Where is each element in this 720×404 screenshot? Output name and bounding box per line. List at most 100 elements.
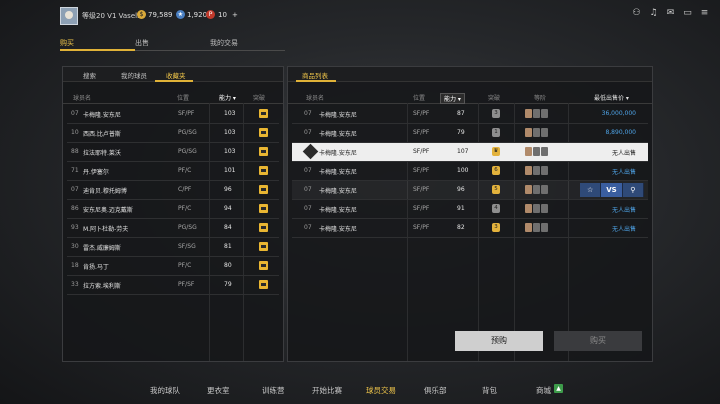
table-row[interactable]: 18 肯扬.马丁 PF/C 80 (67, 257, 279, 276)
badge-icon (259, 280, 268, 289)
left-subtabs: 搜索 我的球员 收藏夹 (63, 67, 283, 82)
col-price[interactable]: 最低出售价 ▾ (594, 93, 629, 102)
table-row[interactable]: 07 卡梅隆.安东尼 SF/PF 79 1 8,890,000 (292, 124, 648, 143)
subtab-my-players[interactable]: 我的球员 (121, 70, 147, 80)
tab-product-list[interactable]: 商品列表 (302, 70, 328, 80)
favorite-star-icon[interactable]: ☆ (580, 183, 602, 197)
table-row-selected[interactable]: 卡梅隆.安东尼 SF/PF 107 ♛ 无人出售 (292, 143, 648, 162)
table-row[interactable]: 07 迪肯贝.穆托姆博 C/PF 96 (67, 181, 279, 200)
badge-icon (259, 109, 268, 118)
tab-sell[interactable]: 出售 (135, 38, 149, 48)
badge-icon (259, 261, 268, 270)
badge-icon (259, 223, 268, 232)
table-row[interactable]: 10 西西.比卢普斯 PG/SG 103 (67, 124, 279, 143)
level-label: 等级20 V1 Vasell (82, 12, 140, 20)
col-ability[interactable]: 能力 ▾ (219, 93, 236, 102)
blue-currency-icon: ★ (176, 10, 185, 19)
nav-player-trade[interactable]: 球员交易 (366, 385, 396, 396)
add-currency-button[interactable]: + (232, 11, 238, 19)
compare-vs-button[interactable]: VS (601, 183, 623, 197)
subtab-indicator (155, 80, 193, 82)
col-ability-dropdown[interactable]: 能力 ▾ (440, 93, 465, 104)
mail-icon[interactable]: ✉ (665, 8, 676, 19)
table-row-hovered[interactable]: 07 卡梅隆.安东尼 SF/PF 96 5 ☆ VS ⚲ (292, 181, 648, 200)
level-chips (525, 166, 548, 175)
tab-buy[interactable]: 购买 (60, 38, 74, 48)
table-row[interactable]: 07 卡梅隆.安东尼 SF/PF 100 6 无人出售 (292, 162, 648, 181)
rank-badge: 5 (492, 185, 500, 194)
avatar[interactable] (60, 7, 78, 25)
table-row[interactable]: 07 卡梅隆.安东尼 SF/PF 87 3 36,000,000 (292, 105, 648, 124)
col-position[interactable]: 位置 (177, 93, 189, 102)
nav-locker-room[interactable]: 更衣室 (207, 385, 230, 396)
subtab-favorites[interactable]: 收藏夹 (166, 70, 186, 80)
col-level[interactable]: 等阶 (534, 93, 546, 102)
rank-badge: 3 (492, 109, 500, 118)
bell-icon[interactable]: ♫ (648, 8, 659, 19)
price: 36,000,000 (601, 110, 636, 117)
table-row[interactable]: 07 卡梅隆.安东尼 SF/PF 103 (67, 105, 279, 124)
nav-shop[interactable]: 商城 (536, 385, 551, 396)
table-row[interactable]: 30 雷杰.威廉姆斯 SF/SG 81 (67, 238, 279, 257)
level-chips (525, 109, 548, 118)
favorites-panel: 搜索 我的球员 收藏夹 球员名 位置 能力 ▾ 突破 07 卡梅隆.安东尼 SF/P… (62, 66, 284, 362)
col-name[interactable]: 球员名 (306, 93, 324, 102)
message-icon[interactable]: ▭ (682, 8, 693, 19)
table-row[interactable]: 93 M.阿卜杜勒-劳夫 PG/SG 84 (67, 219, 279, 238)
price: 8,890,000 (605, 129, 636, 136)
nav-start-game[interactable]: 开始比赛 (312, 385, 342, 396)
price: 无人出售 (611, 226, 636, 233)
nav-my-team[interactable]: 我的球队 (150, 385, 180, 396)
gold-coin-icon: $ (137, 10, 146, 19)
shop-badge-icon: ▲ (554, 384, 563, 393)
price: 无人出售 (611, 150, 636, 157)
nav-backpack[interactable]: 背包 (482, 385, 497, 396)
blue-amount: 1,920 (187, 11, 208, 19)
col-name[interactable]: 球员名 (73, 93, 91, 102)
nav-training[interactable]: 训练营 (262, 385, 285, 396)
level-chips (525, 223, 548, 232)
table-row[interactable]: 86 安东尼奥.迈克戴斯 PF/C 94 (67, 200, 279, 219)
product-list-panel: 商品列表 球员名 位置 能力 ▾ 突破 等阶 最低出售价 ▾ 07 卡梅隆.安东尼… (287, 66, 653, 362)
gold-amount: 79,589 (148, 11, 173, 19)
left-column-header: 球员名 位置 能力 ▾ 突破 (63, 91, 283, 104)
badge-icon (259, 204, 268, 213)
preorder-button[interactable]: 预购 (455, 331, 543, 351)
gem-icon (302, 143, 319, 160)
badge-icon (259, 185, 268, 194)
person-icon[interactable]: ⚇ (631, 8, 642, 19)
level-chips (525, 128, 548, 137)
badge-icon (259, 147, 268, 156)
table-row[interactable]: 07 卡梅隆.安东尼 SF/PF 91 4 无人出售 (292, 200, 648, 219)
table-row[interactable]: 71 丹.伊塞尔 PF/C 101 (67, 162, 279, 181)
level-chips (525, 185, 548, 194)
menu-icon[interactable]: ≡ (699, 8, 710, 19)
trade-tabs: 购买 出售 我的交易 (60, 36, 285, 51)
badge-icon (259, 128, 268, 137)
nav-club[interactable]: 俱乐部 (424, 385, 447, 396)
top-bar: 等级20 V1 Vasell $ 79,589 ★ 1,920 P 10 + ⚇… (0, 0, 720, 30)
level-chips (525, 204, 548, 213)
table-row[interactable]: 88 拉法耶特.莱沃 PG/SG 103 (67, 143, 279, 162)
col-badge[interactable]: 突破 (488, 93, 500, 102)
col-badge[interactable]: 突破 (253, 93, 265, 102)
crown-badge-icon: ♛ (492, 147, 500, 156)
price: 无人出售 (611, 207, 636, 214)
row-action-bar: ☆ VS ⚲ (580, 183, 644, 197)
price: 无人出售 (611, 169, 636, 176)
tab-my-trades[interactable]: 我的交易 (210, 38, 238, 48)
rank-badge: 4 (492, 204, 500, 213)
badge-icon (259, 166, 268, 175)
rank-badge: 6 (492, 166, 500, 175)
table-row[interactable]: 07 卡梅隆.安东尼 SF/PF 82 3 无人出售 (292, 219, 648, 238)
buy-button[interactable]: 购买 (554, 331, 642, 351)
col-position[interactable]: 位置 (413, 93, 425, 102)
subtab-search[interactable]: 搜索 (83, 70, 96, 80)
subtab-indicator (296, 80, 336, 82)
search-icon[interactable]: ⚲ (622, 183, 644, 197)
rank-badge: 1 (492, 128, 500, 137)
badge-icon (259, 242, 268, 251)
table-row[interactable]: 33 拉方索.埃利斯 PF/SF 79 (67, 276, 279, 295)
top-icons: ⚇ ♫ ✉ ▭ ≡ (631, 8, 710, 19)
red-currency-icon: P (206, 10, 215, 19)
